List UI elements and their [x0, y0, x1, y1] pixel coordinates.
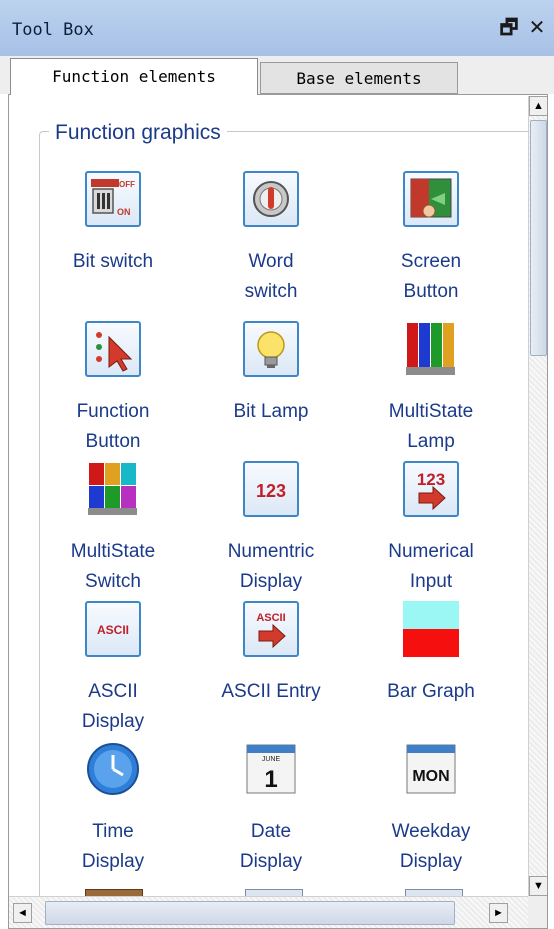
- num-text: 123: [417, 470, 445, 489]
- weekday-display-icon: MON: [403, 741, 459, 797]
- item-label: Bar Graph: [387, 681, 475, 702]
- num-text: 123: [256, 481, 286, 501]
- item-label: MultiState Lamp: [388, 401, 474, 452]
- numeric-display-icon: 123: [243, 461, 299, 517]
- tool-item-multistate-switch[interactable]: MultiState Switch: [43, 461, 183, 597]
- multistate-lamp-icon: [403, 321, 459, 377]
- screen-button-icon: [403, 171, 459, 227]
- tool-item-numeric-display[interactable]: 123 Numentric Display: [201, 461, 341, 597]
- tool-item-ascii-display[interactable]: ASCII ASCII Display: [43, 601, 183, 737]
- item-label: Numerical Input: [388, 541, 474, 592]
- vertical-scroll-thumb[interactable]: [530, 120, 547, 356]
- scroll-down-button[interactable]: ▼: [529, 876, 547, 896]
- day-text: 1: [264, 766, 277, 793]
- multistate-switch-icon: [85, 461, 141, 517]
- bit-lamp-icon: [243, 321, 299, 377]
- tab-strip: Function elements Base elements: [0, 56, 554, 95]
- item-label: Bit Lamp: [233, 401, 309, 422]
- ascii-text: ASCII: [97, 623, 129, 637]
- horizontal-scroll-thumb[interactable]: [45, 901, 455, 925]
- off-text: OFF: [119, 180, 135, 189]
- word-switch-icon: [243, 171, 299, 227]
- group-title: Function graphics: [49, 121, 227, 145]
- tool-item-function-button[interactable]: Function Button: [43, 321, 183, 457]
- numerical-input-icon: 123: [403, 461, 459, 517]
- tool-item-bit-lamp[interactable]: Bit Lamp: [201, 321, 341, 427]
- tab-base-elements[interactable]: Base elements: [260, 62, 458, 94]
- time-display-icon: [85, 741, 141, 797]
- tool-item-screen-button[interactable]: Screen Button: [361, 171, 501, 307]
- item-label: Bit switch: [72, 251, 154, 272]
- weekday-text: MON: [412, 768, 449, 785]
- item-label: Numentric Display: [227, 541, 315, 592]
- float-window-icon[interactable]: 🗗: [498, 14, 520, 40]
- item-label: Weekday Display: [391, 821, 471, 872]
- function-button-icon: [85, 321, 141, 377]
- tool-item-bar-graph[interactable]: Bar Graph: [361, 601, 501, 707]
- tool-item-weekday-display[interactable]: MON Weekday Display: [361, 741, 501, 877]
- toolbox-content: Function graphics OFF ON Bit switch Word…: [8, 94, 548, 929]
- horizontal-scrollbar[interactable]: ◄ ►: [9, 896, 528, 928]
- item-label: Screen Button: [400, 251, 462, 302]
- on-text: ON: [117, 207, 131, 217]
- item-label: ASCII Entry: [221, 681, 321, 702]
- item-label: Word switch: [244, 251, 298, 302]
- tool-item-multistate-lamp[interactable]: MultiState Lamp: [361, 321, 501, 457]
- toolbox-titlebar[interactable]: Tool Box 🗗 ✕: [0, 0, 554, 57]
- item-label: Function Button: [76, 401, 150, 452]
- tab-function-elements[interactable]: Function elements: [10, 58, 258, 95]
- scrollbar-corner: [528, 896, 547, 928]
- date-display-icon: JUNE 1: [243, 741, 299, 797]
- scroll-left-button[interactable]: ◄: [13, 903, 32, 923]
- tool-item-time-display[interactable]: Time Display: [43, 741, 183, 877]
- close-icon[interactable]: ✕: [526, 14, 548, 40]
- item-label: ASCII Display: [81, 681, 145, 732]
- item-label: Date Display: [239, 821, 303, 872]
- bar-graph-icon: [403, 601, 459, 657]
- tool-item-numerical-input[interactable]: 123 Numerical Input: [361, 461, 501, 597]
- tool-item-bit-switch[interactable]: OFF ON Bit switch: [43, 171, 183, 277]
- tool-item-word-switch[interactable]: Word switch: [201, 171, 341, 307]
- ascii-display-icon: ASCII: [85, 601, 141, 657]
- vertical-scrollbar[interactable]: ▲ ▼: [528, 96, 547, 896]
- ascii-text: ASCII: [256, 612, 285, 624]
- tool-item-date-display[interactable]: JUNE 1 Date Display: [201, 741, 341, 877]
- scroll-right-button[interactable]: ►: [489, 903, 508, 923]
- month-text: JUNE: [262, 756, 281, 763]
- bit-switch-icon: OFF ON: [85, 171, 141, 227]
- item-label: MultiState Switch: [70, 541, 156, 592]
- item-label: Time Display: [81, 821, 145, 872]
- window-title: Tool Box: [12, 20, 94, 40]
- tool-item-ascii-entry[interactable]: ASCII ASCII Entry: [201, 601, 341, 707]
- ascii-entry-icon: ASCII: [243, 601, 299, 657]
- scroll-up-button[interactable]: ▲: [529, 96, 547, 116]
